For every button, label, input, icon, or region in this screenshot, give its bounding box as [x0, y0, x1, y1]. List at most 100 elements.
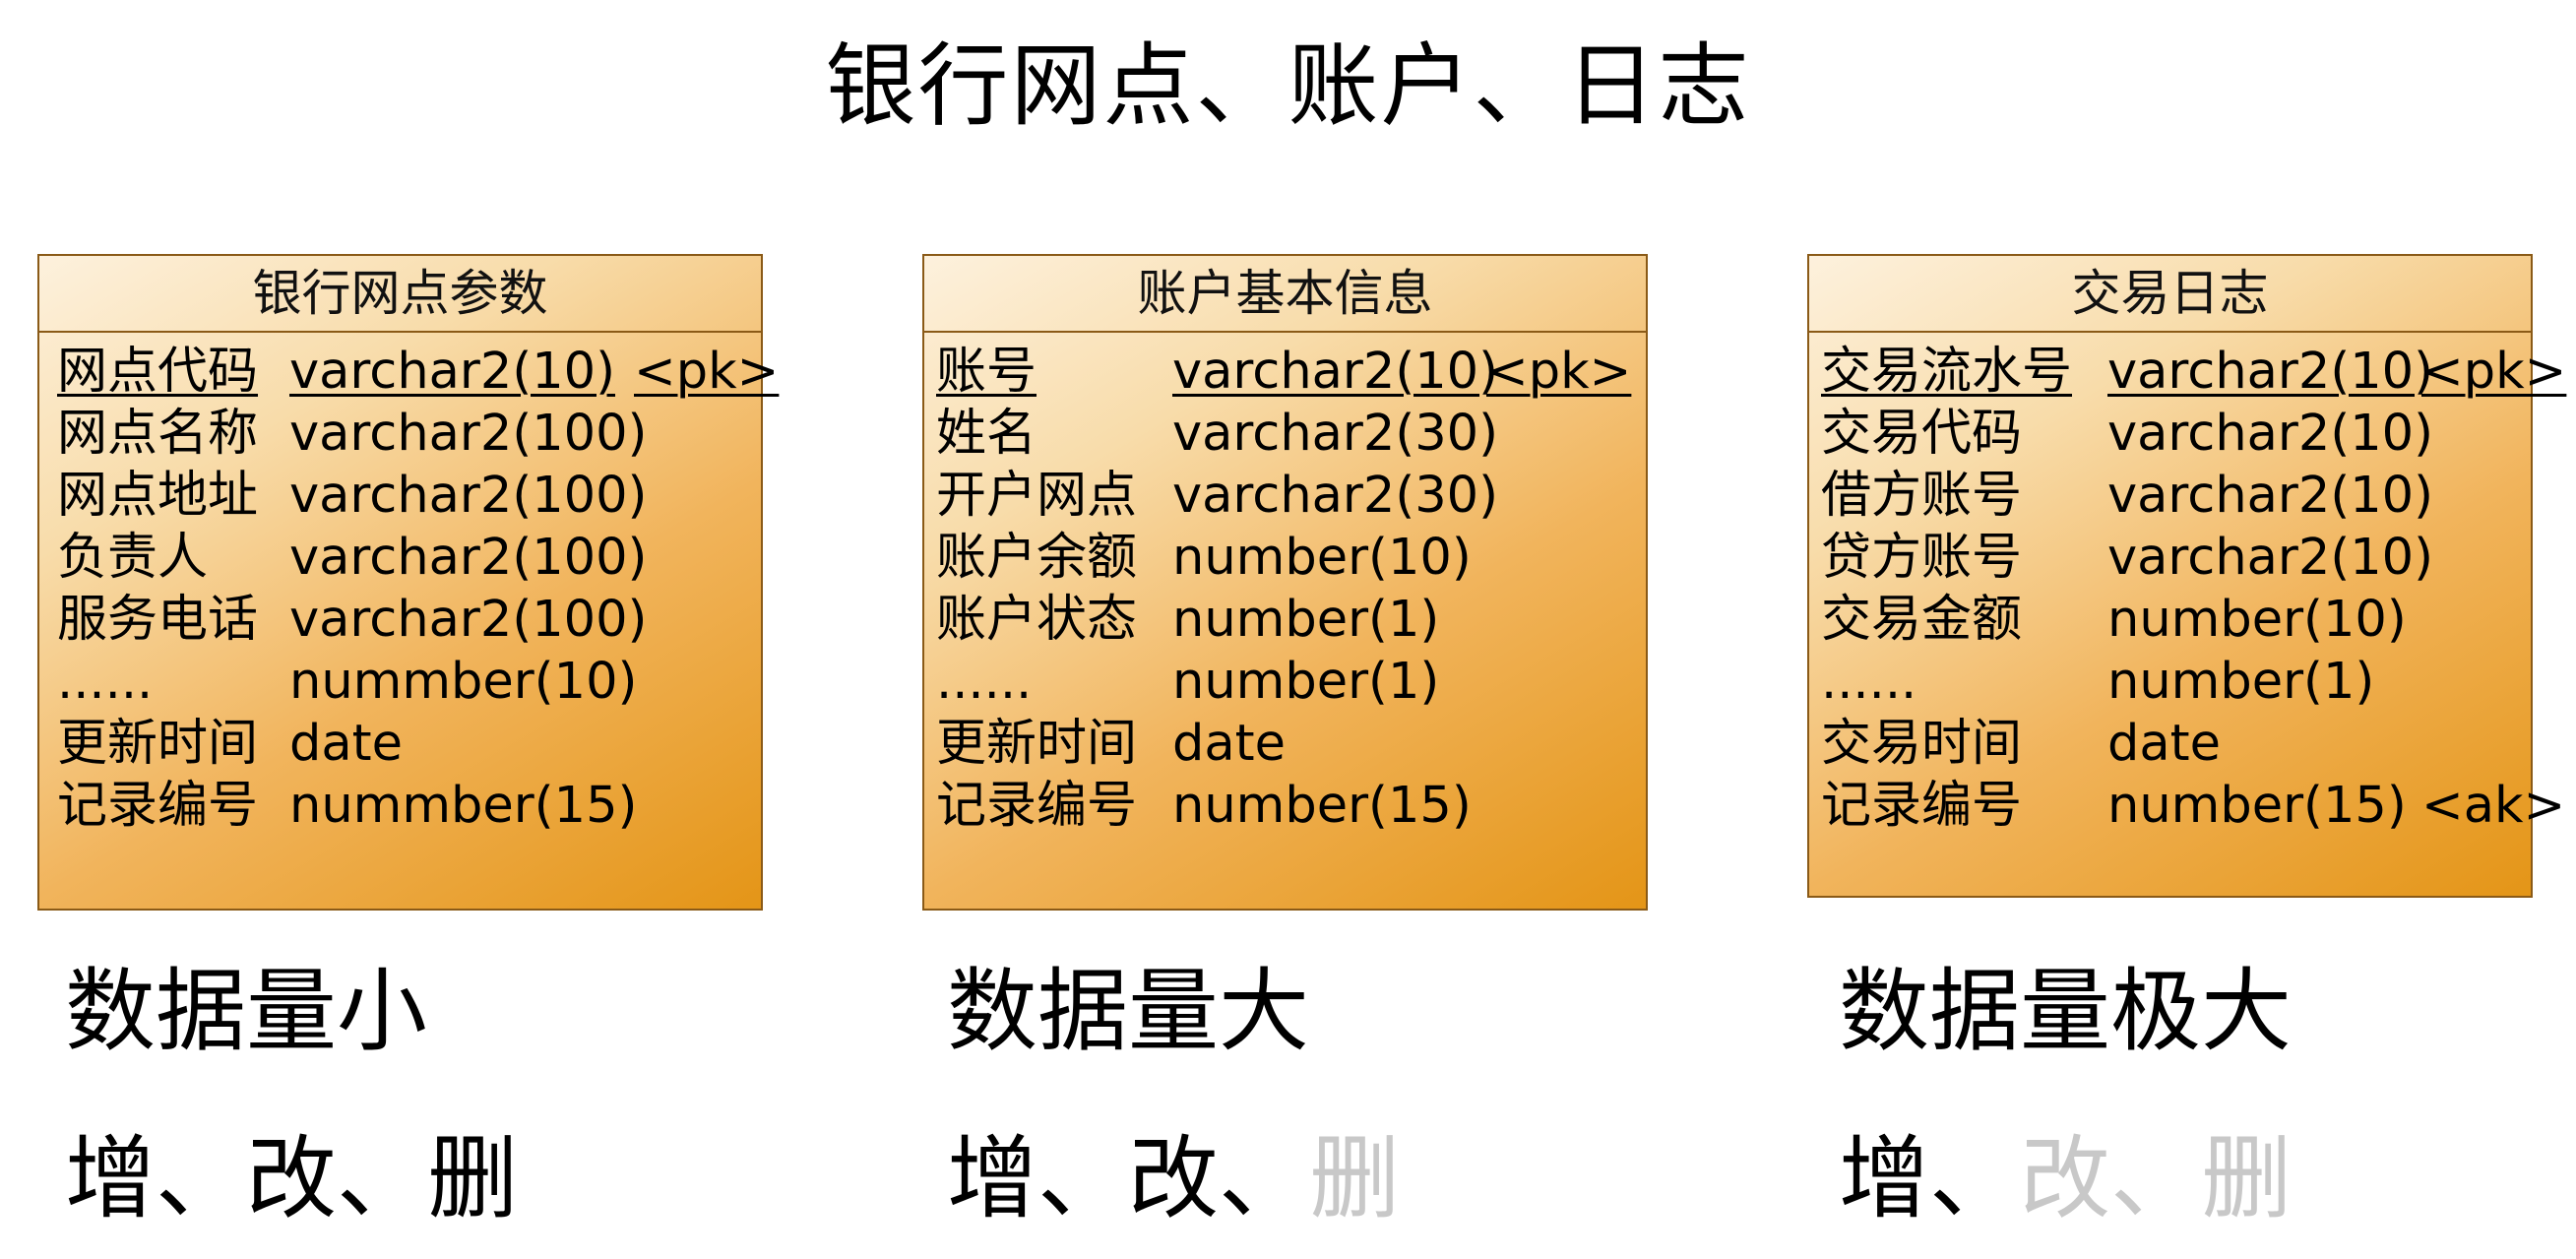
column-type: number(1) — [2107, 653, 2375, 711]
op-delete: 删 — [2201, 1126, 2293, 1231]
column-name: 交易金额 — [1821, 591, 2023, 649]
column-name: 开户网点 — [936, 467, 1138, 525]
entity-rows: 网点代码 varchar2(10) <pk> 网点名称 varchar2(100… — [39, 333, 779, 837]
op-separator: 、 — [1929, 1126, 2021, 1231]
column-key: <ak> — [2421, 777, 2566, 835]
column-name: 更新时间 — [57, 715, 259, 773]
volume-label: 数据量大 — [947, 959, 1310, 1064]
column-type: number(10) — [2107, 591, 2407, 649]
column-type: varchar2(10) — [2107, 405, 2434, 463]
column-type: number(15) — [1172, 777, 1472, 835]
entity-title: 账户基本信息 — [924, 256, 1646, 333]
column-type: varchar2(30) — [1172, 405, 1499, 463]
entity-row: ...... nummber(10) — [39, 651, 761, 713]
entity-title: 交易日志 — [1809, 256, 2531, 333]
entity-row: 记录编号 nummber(15) — [39, 775, 761, 837]
entity-row: 网点名称 varchar2(100) — [39, 403, 761, 465]
column-name: 记录编号 — [1821, 777, 2023, 835]
entity-row: 账户状态 number(1) — [924, 589, 1646, 651]
column-type: date — [1172, 715, 1286, 773]
column-type: number(10) — [1172, 529, 1472, 587]
column-type: varchar2(100) — [289, 405, 648, 463]
entity-rows: 账号 varchar2(10) <pk> 姓名 varchar2(30) 开户网… — [924, 333, 1646, 837]
entity-row: 更新时间 date — [39, 713, 761, 775]
entity-row: 更新时间 date — [924, 713, 1646, 775]
op-update: 改 — [1128, 1126, 1220, 1231]
column-type: varchar2(10) — [2107, 343, 2434, 401]
column-type: nummber(15) — [289, 777, 638, 835]
column-key: <pk> — [2421, 343, 2567, 401]
column-name: 贷方账号 — [1821, 529, 2023, 587]
entity-row: 账号 varchar2(10) <pk> — [924, 341, 1646, 403]
column-name: 账户余额 — [936, 529, 1138, 587]
op-update: 改 — [2020, 1126, 2111, 1231]
entity-row: ...... number(1) — [1809, 651, 2531, 713]
column-type: varchar2(30) — [1172, 467, 1499, 525]
op-separator: 、 — [156, 1126, 247, 1231]
volume-label: 数据量小 — [65, 959, 428, 1064]
entity-row: 网点代码 varchar2(10) <pk> — [39, 341, 779, 403]
column-key: <pk> — [1486, 343, 1632, 401]
entity-row: 服务电话 varchar2(100) — [39, 589, 761, 651]
column-name: 网点代码 — [57, 343, 259, 401]
column-type: varchar2(100) — [289, 591, 648, 649]
column-type: varchar2(10) — [289, 343, 616, 401]
op-insert: 增 — [65, 1126, 157, 1231]
column-type: varchar2(10) — [2107, 529, 2434, 587]
entity-row: 负责人 varchar2(100) — [39, 527, 761, 589]
column-name: 网点地址 — [57, 467, 259, 525]
column-type: varchar2(100) — [289, 467, 648, 525]
column-name: 交易代码 — [1821, 405, 2023, 463]
op-delete: 删 — [1309, 1126, 1401, 1231]
column-type: varchar2(100) — [289, 529, 648, 587]
operations-line: 增、改、删 — [947, 1120, 1400, 1238]
entity-table-transaction-log: 交易日志 交易流水号 varchar2(10) <pk> 交易代码 varcha… — [1807, 254, 2566, 898]
column-type: varchar2(10) — [2107, 467, 2434, 525]
column-type: nummber(10) — [289, 653, 638, 711]
op-separator: 、 — [2110, 1126, 2202, 1231]
column-type: number(15) — [2107, 777, 2407, 835]
operations-line: 增、改、删 — [65, 1120, 518, 1238]
column-name: 交易时间 — [1821, 715, 2023, 773]
entity-row: 交易金额 number(10) — [1809, 589, 2531, 651]
entity-row: 网点地址 varchar2(100) — [39, 465, 761, 527]
column-name: ...... — [1821, 653, 1917, 711]
column-name: 姓名 — [936, 405, 1037, 463]
entity-row: 账户余额 number(10) — [924, 527, 1646, 589]
entity-row: 记录编号 number(15) <ak> — [1809, 775, 2565, 837]
entity-row: 借方账号 varchar2(10) — [1809, 465, 2531, 527]
column-name: ...... — [57, 653, 154, 711]
entity-row: ...... number(1) — [924, 651, 1646, 713]
operations-line: 增、改、删 — [1839, 1120, 2292, 1238]
column-name: 网点名称 — [57, 405, 259, 463]
column-name: 更新时间 — [936, 715, 1138, 773]
page-title: 银行网点、账户、日志 — [825, 33, 1751, 139]
entity-table-branch-params: 银行网点参数 网点代码 varchar2(10) <pk> 网点名称 varch… — [37, 254, 779, 911]
entity-row: 记录编号 number(15) — [924, 775, 1646, 837]
column-type: date — [2107, 715, 2221, 773]
op-delete: 删 — [427, 1126, 519, 1231]
column-type: number(1) — [1172, 653, 1440, 711]
column-name: 负责人 — [57, 529, 209, 587]
column-type: date — [289, 715, 403, 773]
column-name: 账户状态 — [936, 591, 1138, 649]
column-type: varchar2(10) — [1172, 343, 1499, 401]
column-name: ...... — [936, 653, 1033, 711]
entity-row: 姓名 varchar2(30) — [924, 403, 1646, 465]
column-name: 服务电话 — [57, 591, 259, 649]
entity-row: 交易时间 date — [1809, 713, 2531, 775]
op-separator: 、 — [1037, 1126, 1129, 1231]
entity-row: 贷方账号 varchar2(10) — [1809, 527, 2531, 589]
entity-title: 银行网点参数 — [39, 256, 761, 333]
op-insert: 增 — [947, 1126, 1038, 1231]
column-name: 交易流水号 — [1821, 343, 2073, 401]
entity-row: 开户网点 varchar2(30) — [924, 465, 1646, 527]
entity-table-account-info: 账户基本信息 账号 varchar2(10) <pk> 姓名 varchar2(… — [922, 254, 1648, 911]
column-type: number(1) — [1172, 591, 1440, 649]
column-name: 借方账号 — [1821, 467, 2023, 525]
entity-row: 交易流水号 varchar2(10) <pk> — [1809, 341, 2566, 403]
op-separator: 、 — [337, 1126, 428, 1231]
op-insert: 增 — [1839, 1126, 1930, 1231]
column-name: 记录编号 — [57, 777, 259, 835]
volume-label: 数据量极大 — [1839, 959, 2293, 1064]
